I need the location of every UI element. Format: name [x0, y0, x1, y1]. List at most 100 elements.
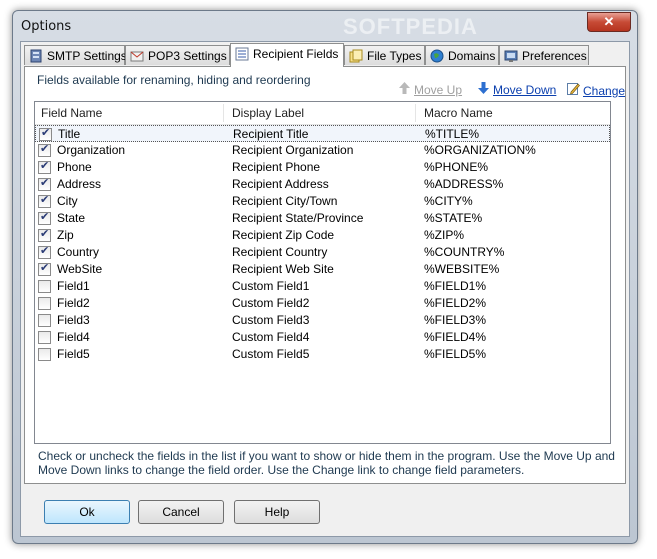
mail-icon: [130, 49, 144, 63]
display-label-cell: Custom Field2: [232, 296, 310, 310]
display-label-cell: Recipient Organization: [232, 143, 354, 157]
field-checkbox[interactable]: [38, 227, 51, 242]
field-checkbox[interactable]: [38, 244, 51, 259]
field-checkbox[interactable]: [38, 176, 51, 191]
globe-icon: [430, 49, 444, 63]
preferences-icon: [504, 49, 518, 63]
macro-name-cell: %PHONE%: [424, 160, 489, 174]
table-row[interactable]: Field2 Custom Field2 %FIELD2%: [35, 295, 610, 312]
field-name-cell: Field3: [57, 313, 90, 327]
column-header-display-label[interactable]: Display Label: [232, 106, 304, 120]
macro-name-cell: %FIELD5%: [424, 347, 487, 361]
macro-name-cell: %TITLE%: [425, 127, 480, 141]
table-row[interactable]: Zip Recipient Zip Code %ZIP%: [35, 227, 610, 244]
field-checkbox[interactable]: [38, 261, 51, 276]
field-checkbox[interactable]: [38, 159, 51, 174]
display-label-cell: Custom Field4: [232, 330, 310, 344]
column-header-field-name[interactable]: Field Name: [41, 106, 102, 120]
field-name-cell: WebSite: [57, 262, 103, 276]
field-checkbox[interactable]: [38, 297, 51, 310]
help-text: Check or uncheck the fields in the list …: [38, 449, 615, 477]
field-name-cell: Zip: [57, 228, 74, 242]
ok-button[interactable]: Ok: [44, 500, 130, 524]
macro-name-cell: %FIELD1%: [424, 279, 487, 293]
tab-preferences[interactable]: Preferences: [499, 45, 589, 65]
title-bar[interactable]: Options SOFTPEDIA ✕: [13, 11, 637, 41]
column-separator[interactable]: [415, 104, 416, 122]
move-up-label: Move Up: [414, 83, 463, 97]
move-up-link[interactable]: Move Up: [398, 82, 462, 97]
recipient-fields-panel: Fields available for renaming, hiding an…: [24, 66, 626, 484]
field-name-cell: Address: [57, 177, 102, 191]
field-name-cell: Title: [58, 127, 81, 141]
field-checkbox[interactable]: [38, 314, 51, 327]
macro-name-cell: %COUNTRY%: [424, 245, 505, 259]
file-types-icon: [349, 49, 363, 63]
tab-domains[interactable]: Domains: [425, 45, 499, 65]
field-checkbox[interactable]: [38, 142, 51, 157]
field-name-cell: Field1: [57, 279, 90, 293]
display-label-cell: Custom Field3: [232, 313, 310, 327]
field-checkbox[interactable]: [39, 126, 52, 141]
display-label-cell: Recipient Phone: [232, 160, 321, 174]
arrow-up-icon: [398, 82, 411, 97]
fields-list-icon: [235, 47, 249, 61]
tab-smtp-settings[interactable]: SMTP Settings: [24, 45, 127, 65]
tab-label: File Types: [367, 49, 422, 63]
column-separator[interactable]: [223, 104, 224, 122]
window-title: Options: [21, 19, 72, 34]
macro-name-cell: %FIELD4%: [424, 330, 487, 344]
fields-list[interactable]: Field Name Display Label Macro Name Titl…: [34, 101, 611, 444]
cancel-button[interactable]: Cancel: [138, 500, 224, 524]
macro-name-cell: %ZIP%: [424, 228, 465, 242]
macro-name-cell: %ADDRESS%: [424, 177, 504, 191]
change-label: Change: [583, 84, 626, 98]
field-checkbox[interactable]: [38, 348, 51, 361]
field-checkbox[interactable]: [38, 331, 51, 344]
tab-label: Domains: [448, 49, 496, 63]
table-row[interactable]: Title Recipient Title %TITLE%: [35, 125, 610, 142]
field-checkbox[interactable]: [38, 193, 51, 208]
table-row[interactable]: Field3 Custom Field3 %FIELD3%: [35, 312, 610, 329]
macro-name-cell: %FIELD2%: [424, 296, 487, 310]
table-row[interactable]: Field1 Custom Field1 %FIELD1%: [35, 278, 610, 295]
change-link[interactable]: Change: [567, 82, 625, 98]
field-name-cell: Phone: [57, 160, 92, 174]
table-row[interactable]: Field4 Custom Field4 %FIELD4%: [35, 329, 610, 346]
macro-name-cell: %CITY%: [424, 194, 473, 208]
move-down-link[interactable]: Move Down: [477, 82, 556, 97]
arrow-down-icon: [477, 82, 490, 97]
field-name-cell: State: [57, 211, 86, 225]
field-checkbox[interactable]: [38, 280, 51, 293]
help-button[interactable]: Help: [234, 500, 320, 524]
column-header-macro-name[interactable]: Macro Name: [424, 106, 493, 120]
macro-name-cell: %STATE%: [424, 211, 483, 225]
table-row[interactable]: Field5 Custom Field5 %FIELD5%: [35, 346, 610, 363]
tab-label: Preferences: [522, 49, 587, 63]
macro-name-cell: %WEBSITE%: [424, 262, 500, 276]
display-label-cell: Custom Field5: [232, 347, 310, 361]
tab-recipient-fields[interactable]: Recipient Fields: [230, 43, 344, 67]
edit-icon: [567, 82, 580, 98]
display-label-cell: Custom Field1: [232, 279, 310, 293]
field-name-cell: Field5: [57, 347, 90, 361]
tab-pop3-settings[interactable]: POP3 Settings: [125, 45, 230, 65]
table-row[interactable]: State Recipient State/Province %STATE%: [35, 210, 610, 227]
table-row[interactable]: Address Recipient Address %ADDRESS%: [35, 176, 610, 193]
table-row[interactable]: City Recipient City/Town %CITY%: [35, 193, 610, 210]
table-row[interactable]: WebSite Recipient Web Site %WEBSITE%: [35, 261, 610, 278]
table-row[interactable]: Country Recipient Country %COUNTRY%: [35, 244, 610, 261]
table-row[interactable]: Organization Recipient Organization %ORGAN…: [35, 142, 610, 159]
dialog-client-area: SMTP Settings POP3 Settings Recipient Fi…: [20, 41, 630, 537]
table-row[interactable]: Phone Recipient Phone %PHONE%: [35, 159, 610, 176]
field-name-cell: Country: [57, 245, 100, 259]
display-label-cell: Recipient Web Site: [232, 262, 334, 276]
field-name-cell: Field2: [57, 296, 90, 310]
close-button[interactable]: ✕: [587, 12, 631, 32]
tab-file-types[interactable]: File Types: [344, 45, 425, 65]
field-checkbox[interactable]: [38, 210, 51, 225]
list-header: Field Name Display Label Macro Name: [35, 102, 610, 125]
fields-available-label: Fields available for renaming, hiding an…: [37, 73, 311, 87]
field-name-cell: Organization: [57, 143, 126, 157]
display-label-cell: Recipient Country: [232, 245, 328, 259]
